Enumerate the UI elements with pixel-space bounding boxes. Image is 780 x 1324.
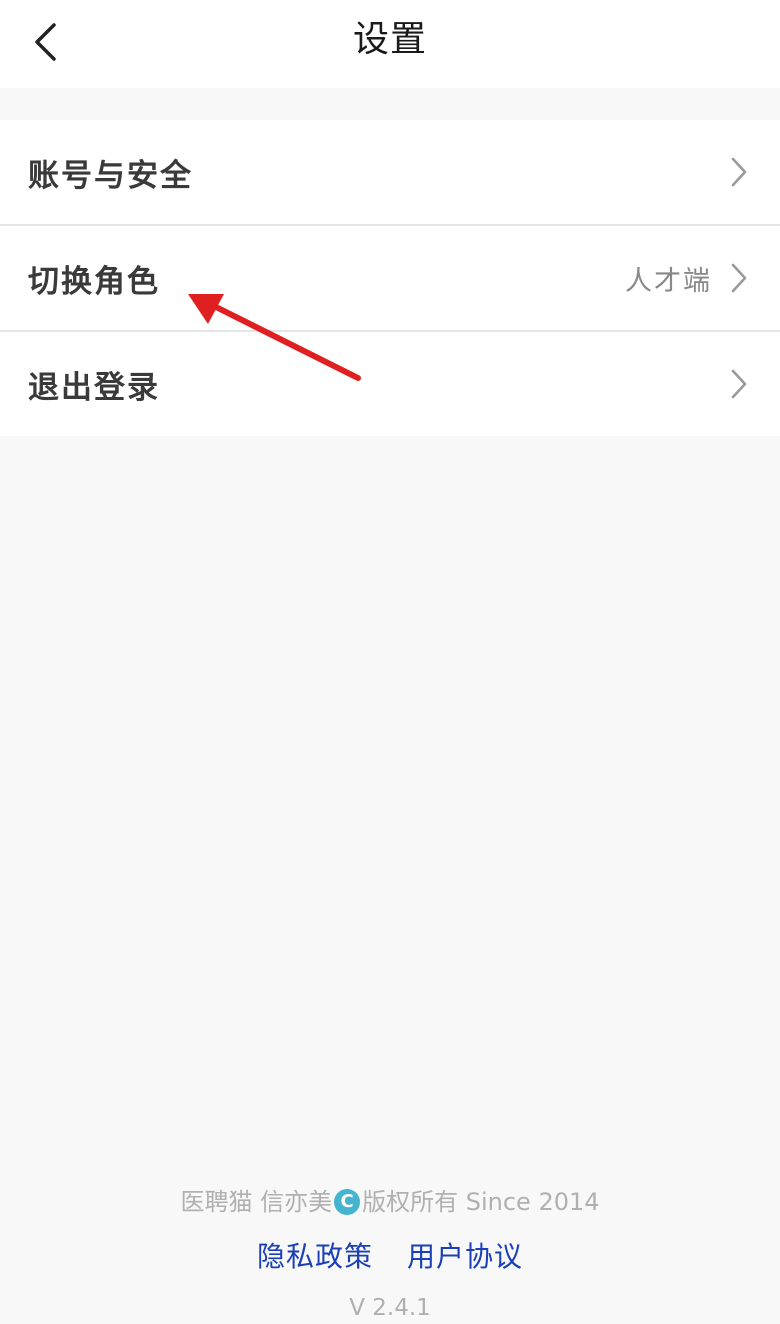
copyright-text: 医聘猫 信亦美 C 版权所有 Since 2014 [0, 1182, 780, 1222]
privacy-policy-link[interactable]: 隐私政策 [257, 1238, 373, 1276]
chevron-right-icon [731, 157, 747, 187]
footer-links: 隐私政策 用户协议 [0, 1238, 780, 1276]
page-title: 设置 [352, 19, 427, 60]
app-version: V 2.4.1 [349, 1295, 431, 1321]
menu-item-label: 切换角色 [28, 263, 160, 300]
menu-item-label: 账号与安全 [28, 157, 193, 194]
chevron-right-icon [731, 369, 747, 399]
menu-item-account-security[interactable]: 账号与安全 [0, 120, 780, 224]
menu-item-label: 退出登录 [28, 369, 160, 406]
user-agreement-link[interactable]: 用户协议 [407, 1238, 523, 1276]
copyright-prefix: 医聘猫 信亦美 [180, 1188, 333, 1216]
chevron-right-icon [731, 263, 747, 293]
settings-menu: 账号与安全 切换角色 人才端 退出登录 [0, 120, 780, 436]
header-bar: 设置 [0, 0, 780, 88]
menu-item-logout[interactable]: 退出登录 [0, 330, 780, 436]
copyright-icon: C [334, 1189, 361, 1215]
copyright-suffix: 版权所有 Since 2014 [362, 1188, 600, 1216]
footer: 医聘猫 信亦美 C 版权所有 Since 2014 隐私政策 用户协议 V 2.… [0, 1182, 780, 1324]
current-role-value: 人才端 [625, 265, 712, 297]
menu-item-switch-role[interactable]: 切换角色 人才端 [0, 224, 780, 330]
